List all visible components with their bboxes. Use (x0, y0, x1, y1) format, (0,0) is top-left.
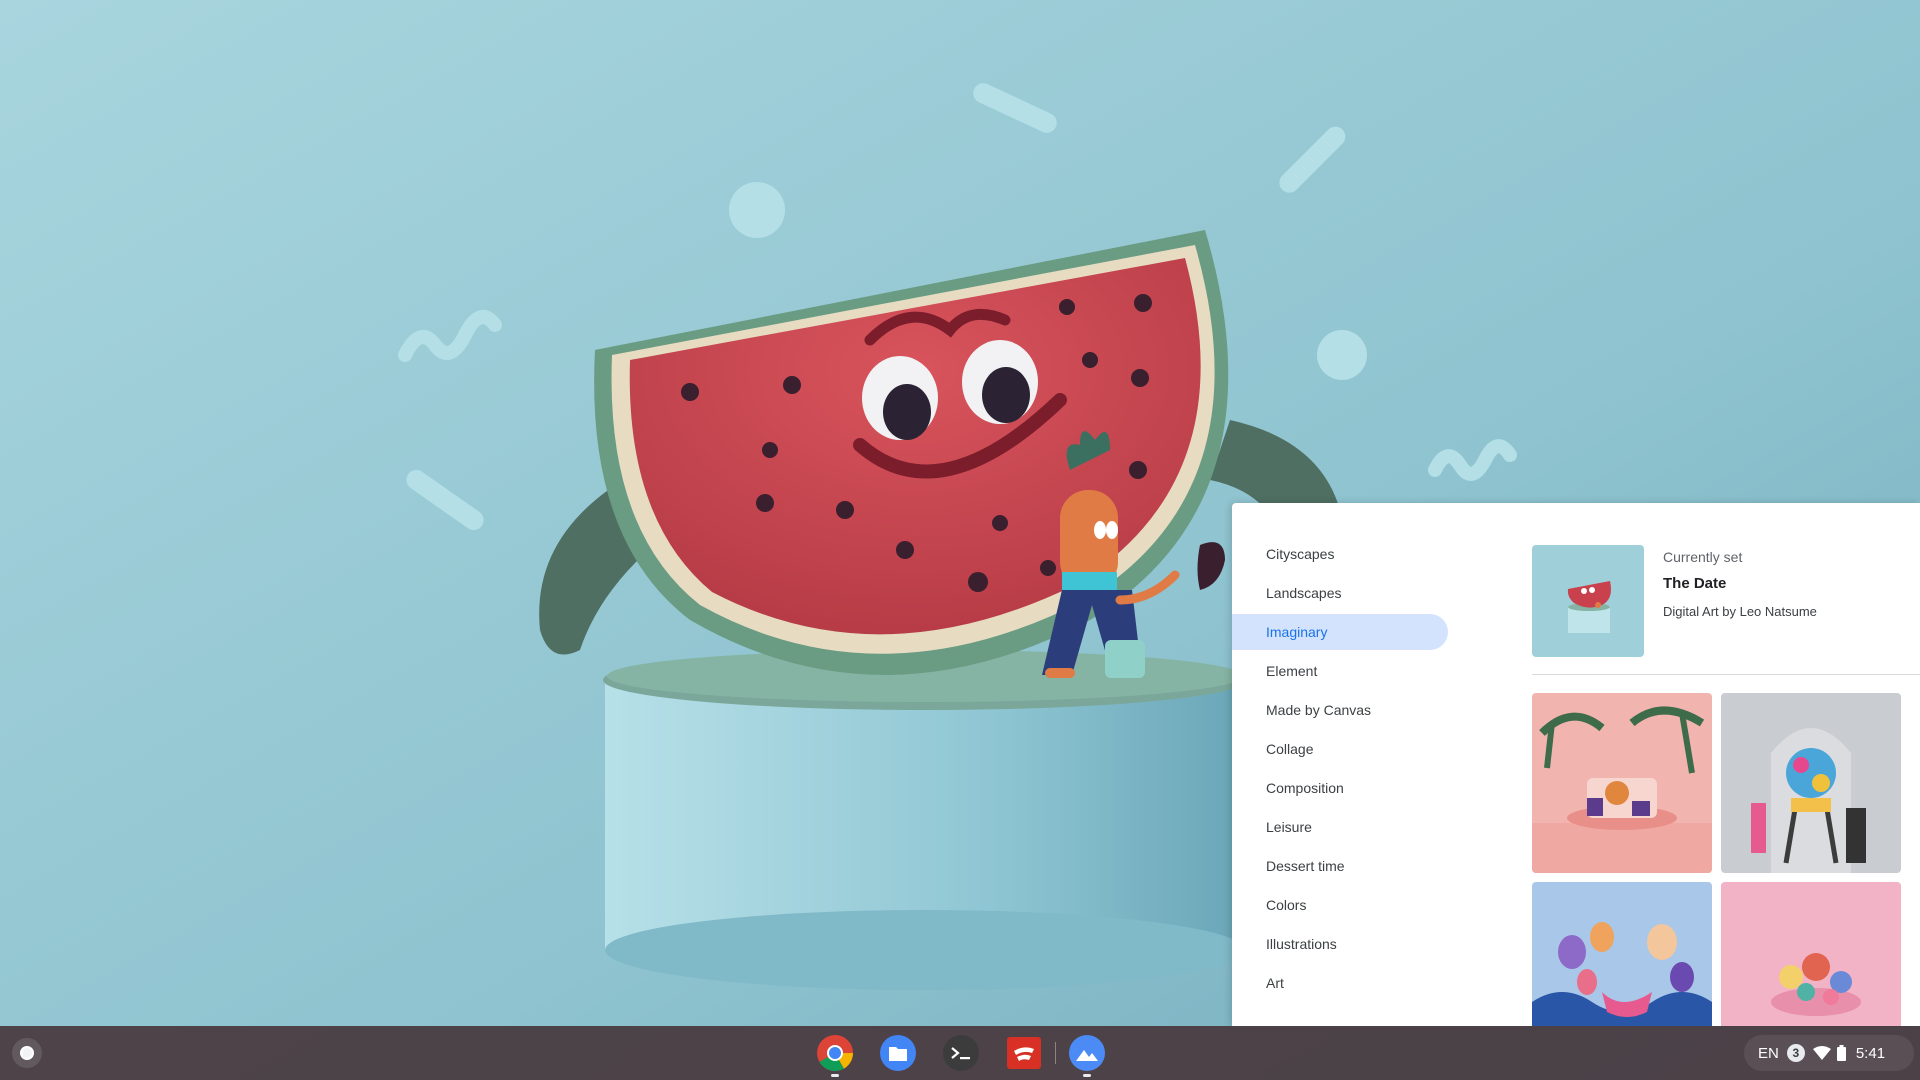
collection-item-cityscapes[interactable]: Cityscapes (1232, 536, 1448, 572)
wallpaper-tile[interactable] (1721, 882, 1901, 1026)
shelf-app-chrome[interactable] (815, 1033, 855, 1077)
collections-nav: Cityscapes Landscapes Imaginary Element … (1232, 533, 1452, 1001)
collection-item-collage[interactable]: Collage (1232, 731, 1448, 767)
shelf-app-terminal[interactable] (941, 1033, 981, 1073)
battery-icon (1836, 1045, 1846, 1061)
collection-item-composition[interactable]: Composition (1232, 770, 1448, 806)
currently-set-label: Currently set (1663, 549, 1743, 565)
stadia-icon (1007, 1037, 1041, 1069)
collection-item-leisure[interactable]: Leisure (1232, 809, 1448, 845)
shelf-app-wallpaper[interactable] (1067, 1033, 1107, 1077)
wallpaper-tile-partial[interactable] (1910, 882, 1920, 1026)
current-wallpaper-thumbnail (1532, 545, 1644, 657)
ime-indicator: EN (1758, 1044, 1779, 1062)
current-wallpaper-artist: Digital Art by Leo Natsume (1663, 604, 1817, 619)
shelf-separator (1055, 1042, 1056, 1064)
collection-item-colors[interactable]: Colors (1232, 887, 1448, 923)
launcher-icon (12, 1038, 42, 1068)
collection-item-landscapes[interactable]: Landscapes (1232, 575, 1448, 611)
files-icon (880, 1035, 916, 1071)
terminal-icon (943, 1035, 979, 1071)
collection-item-imaginary[interactable]: Imaginary (1232, 614, 1448, 650)
wifi-icon (1812, 1046, 1831, 1060)
wallpaper-app-window: Cityscapes Landscapes Imaginary Element … (1232, 503, 1920, 1026)
notification-count-badge: 3 (1786, 1044, 1805, 1062)
wallpaper-tile[interactable] (1721, 693, 1901, 873)
collection-item-illustrations[interactable]: Illustrations (1232, 926, 1448, 962)
divider (1532, 674, 1920, 675)
status-tray[interactable]: EN 3 5:41 (1744, 1035, 1914, 1071)
current-wallpaper-title: The Date (1663, 575, 1727, 592)
wallpaper-tile-partial[interactable] (1910, 693, 1920, 873)
wallpaper-app-icon (1069, 1035, 1105, 1071)
collection-item-made-by-canvas[interactable]: Made by Canvas (1232, 692, 1448, 728)
shelf-app-stadia[interactable] (1004, 1033, 1044, 1073)
collection-item-dessert-time[interactable]: Dessert time (1232, 848, 1448, 884)
collection-item-element[interactable]: Element (1232, 653, 1448, 689)
current-wallpaper-panel: Currently set The Date Digital Art by Le… (1532, 545, 1920, 665)
shelf-app-files[interactable] (878, 1033, 918, 1073)
launcher-button[interactable] (7, 1036, 47, 1070)
clock: 5:41 (1855, 1044, 1886, 1062)
shelf: EN 3 5:41 (0, 1026, 1920, 1080)
collection-item-art[interactable]: Art (1232, 965, 1448, 1001)
wallpaper-tile[interactable] (1532, 693, 1712, 873)
chrome-icon (817, 1035, 853, 1072)
wallpaper-tile[interactable] (1532, 882, 1712, 1026)
